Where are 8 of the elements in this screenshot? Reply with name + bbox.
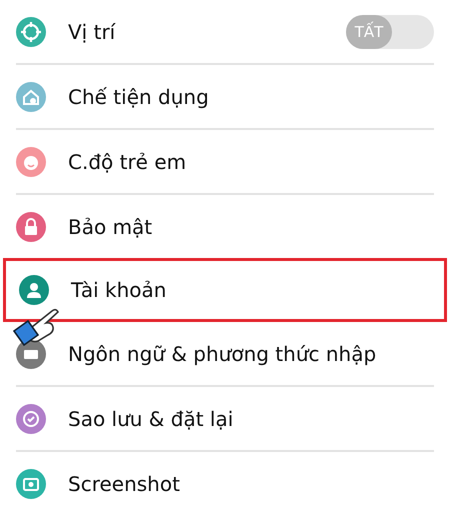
settings-item[interactable]: Chế tiện dụng [68, 84, 209, 108]
settings-item[interactable]: Screenshot [68, 472, 180, 496]
settings-item[interactable]: Vị trí [68, 20, 116, 44]
settings-item[interactable]: Bảo mật [68, 214, 152, 238]
settings-item[interactable]: Tài khoản [71, 278, 166, 302]
settings-item[interactable]: C.độ trẻ em [68, 150, 186, 174]
settings-item[interactable]: Ngôn ngữ & phương thức nhập [68, 342, 376, 366]
settings-item[interactable]: Sao lưu & đặt lại [68, 406, 234, 430]
